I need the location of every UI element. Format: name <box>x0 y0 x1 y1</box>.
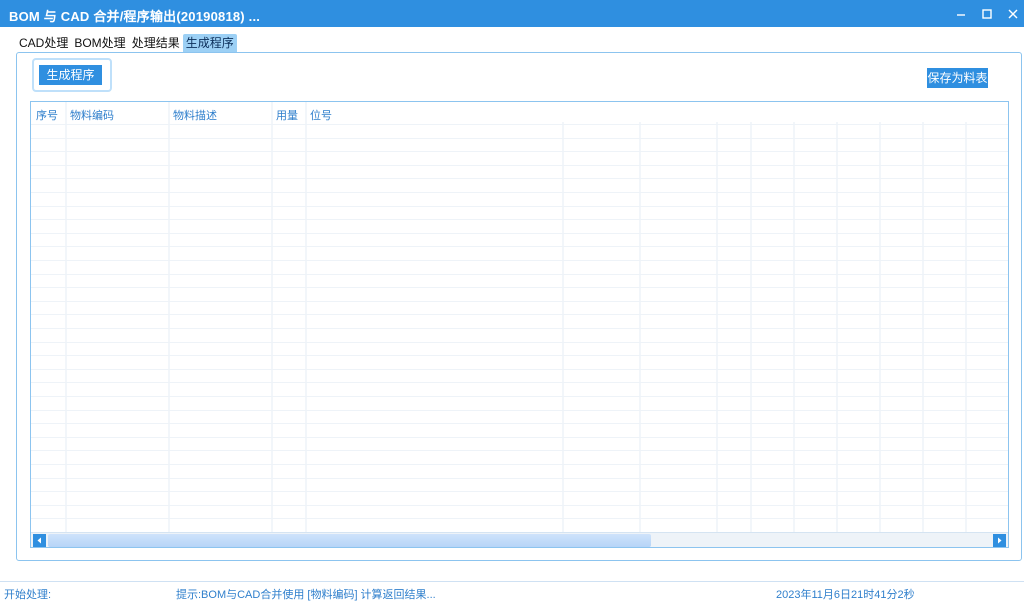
title-bar[interactable]: BOM 与 CAD 合并/程序输出(20190818) ... <box>0 0 1024 27</box>
column-header-quantity[interactable]: 用量 <box>276 107 298 123</box>
arrow-right-icon <box>998 537 1002 544</box>
data-grid[interactable]: 序号 物料编码 物料描述 用量 位号 <box>30 101 1009 548</box>
minimize-icon <box>957 13 965 16</box>
scroll-right-button[interactable] <box>993 534 1006 547</box>
scroll-left-button[interactable] <box>33 534 46 547</box>
horizontal-scrollbar[interactable] <box>31 532 1008 547</box>
maximize-icon <box>982 8 992 19</box>
status-progress-label: 开始处理: <box>4 589 52 601</box>
tab-generate-program[interactable]: 生成程序 <box>182 34 237 52</box>
column-header-material-description[interactable]: 物料描述 <box>173 107 217 123</box>
tab-strip: CAD处理 BOM处理 处理结果 生成程序 <box>16 34 237 52</box>
status-datetime: 2023年11月6日21时41分2秒 <box>776 589 915 601</box>
arrow-left-icon <box>37 537 41 544</box>
window-title: BOM 与 CAD 合并/程序输出(20190818) ... <box>9 9 261 24</box>
save-as-material-list-button[interactable]: 保存为料表 <box>927 68 988 88</box>
tab-results[interactable]: 处理结果 <box>129 34 183 52</box>
close-icon <box>1008 9 1018 18</box>
column-header-position[interactable]: 位号 <box>310 107 332 123</box>
grid-lines <box>31 102 1008 532</box>
status-hint: 提示:BOM与CAD合并使用 [物料编码] 计算返回结果... <box>176 589 436 601</box>
column-header-index[interactable]: 序号 <box>36 107 58 123</box>
generate-program-button[interactable]: 生成程序 <box>39 65 102 85</box>
close-button[interactable] <box>998 0 1024 27</box>
tab-cad[interactable]: CAD处理 <box>16 34 71 52</box>
tab-bom[interactable]: BOM处理 <box>71 34 128 52</box>
status-bar: 开始处理: 提示:BOM与CAD合并使用 [物料编码] 计算返回结果... 20… <box>0 581 1024 601</box>
scroll-thumb[interactable] <box>48 534 651 547</box>
column-header-material-code[interactable]: 物料编码 <box>70 107 114 123</box>
